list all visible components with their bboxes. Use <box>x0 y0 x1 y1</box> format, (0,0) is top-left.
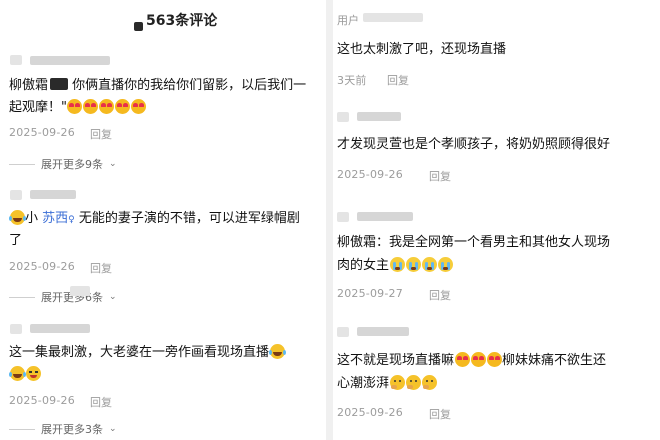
divider-line <box>9 296 35 298</box>
redacted-username <box>363 13 423 22</box>
laughing-tears-emoji-icon <box>8 210 25 225</box>
comment-date: 2025-09-26 <box>9 260 75 273</box>
heart-eyes-emoji-icon <box>131 99 147 114</box>
comment-text-line2: 心潮澎湃 <box>337 373 437 395</box>
redacted-block <box>50 78 69 90</box>
comment-text: 柳傲霜：我是全网第一个看男主和其他女人现场 <box>337 235 611 250</box>
thinking-emoji-icon <box>405 375 421 390</box>
winking-emoji-icon <box>25 366 41 381</box>
reply-button[interactable]: 回复 <box>90 260 112 276</box>
comment-count-title: 563条评论 <box>146 13 218 29</box>
comment-date: 2025-09-26 <box>337 168 403 181</box>
redacted-username <box>357 212 413 221</box>
comment-text-line2: 起观摩！" <box>9 97 147 119</box>
panel-divider <box>326 0 333 440</box>
comment-date: 2025-09-27 <box>337 287 403 300</box>
comment-text: 这一集最刺激，大老婆在一旁作画看现场直播 <box>9 342 285 364</box>
heart-eyes-emoji-icon <box>67 99 83 114</box>
comment-text: 这也太刺激了吧，还现场直播 <box>337 42 507 57</box>
comment-text: 这不就是现场直播嘛 柳妹妹痛不欲生还 <box>337 352 607 368</box>
left-comment-panel: 563条评论 柳傲霜 你俩直播你的我给你们留影，以后我们一 起观摩！" 2025… <box>0 0 326 440</box>
redacted-username <box>30 324 90 333</box>
crying-emoji-icon <box>389 257 405 272</box>
right-comment-panel: 用户 这也太刺激了吧，还现场直播 3天前 回复 才发现灵萱也是个孝顺孩子，将奶奶… <box>333 0 660 440</box>
username-placeholder: 用户 <box>337 14 359 27</box>
redacted-block <box>70 286 90 296</box>
chevron-down-icon: ⌄ <box>109 292 117 302</box>
comment-text: 柳傲霜 你俩直播你的我给你们留影，以后我们一 <box>9 78 307 93</box>
mention-link[interactable]: 苏西 <box>42 211 68 226</box>
comment-text-line2: 肉的女主 <box>337 255 453 277</box>
avatar <box>337 112 349 122</box>
thinking-emoji-icon <box>389 375 405 390</box>
crying-emoji-icon <box>437 257 453 272</box>
redacted-username <box>30 56 110 65</box>
comment-date: 3天前 <box>337 74 367 87</box>
expand-replies-button[interactable]: 展开更多9条 ⌄ <box>9 156 117 172</box>
avatar <box>10 190 22 200</box>
redacted-username <box>357 327 409 336</box>
crying-emoji-icon <box>421 257 437 272</box>
heart-eyes-emoji-icon <box>486 352 502 367</box>
heart-eyes-emoji-icon <box>99 99 115 114</box>
expand-replies-button[interactable]: 展开更多3条 ⌄ <box>9 421 117 437</box>
avatar <box>337 327 349 337</box>
female-symbol-icon: ♀ <box>68 215 75 225</box>
laughing-tears-emoji-icon <box>268 344 285 359</box>
reply-button[interactable]: 回复 <box>90 126 112 142</box>
comment-text: 才发现灵萱也是个孝顺孩子，将奶奶照顾得很好 <box>337 137 611 152</box>
expand-replies-button[interactable]: 展开更多6条 ⌄ <box>9 289 117 305</box>
comment-text-line2: 了 <box>9 233 23 248</box>
crying-emoji-icon <box>405 257 421 272</box>
redacted-username <box>357 112 401 121</box>
heart-eyes-emoji-icon <box>115 99 131 114</box>
thinking-emoji-icon <box>421 375 437 390</box>
heart-eyes-emoji-icon <box>470 352 486 367</box>
comment-text-line2 <box>8 364 41 386</box>
reply-button[interactable]: 回复 <box>90 394 112 410</box>
chevron-down-icon: ⌄ <box>109 159 117 169</box>
divider-line <box>9 428 35 430</box>
reply-button[interactable]: 回复 <box>429 287 451 303</box>
redacted-username <box>30 190 76 199</box>
chevron-down-icon: ⌄ <box>109 424 117 434</box>
divider-line <box>9 163 35 165</box>
reply-button[interactable]: 回复 <box>429 168 451 184</box>
comment-date: 2025-09-26 <box>337 406 403 419</box>
expand-label: 展开更多9条 <box>41 158 103 171</box>
heart-eyes-emoji-icon <box>454 352 470 367</box>
heart-eyes-emoji-icon <box>83 99 99 114</box>
comment-date: 2025-09-26 <box>9 394 75 407</box>
comment-date: 2025-09-26 <box>9 126 75 139</box>
avatar <box>10 324 22 334</box>
reply-button[interactable]: 回复 <box>429 406 451 422</box>
redacted-block <box>134 22 143 31</box>
laughing-tears-emoji-icon <box>8 366 25 381</box>
avatar <box>10 55 22 65</box>
comment-text: 小 苏西♀ 无能的妻子演的不错，可以进军绿帽剧 <box>8 208 321 231</box>
avatar <box>337 212 349 222</box>
expand-label: 展开更多3条 <box>41 423 103 436</box>
reply-button[interactable]: 回复 <box>387 72 409 88</box>
